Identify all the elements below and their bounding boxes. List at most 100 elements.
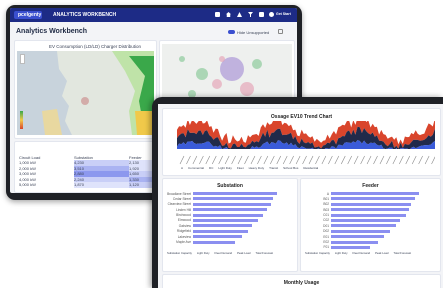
bar[interactable] bbox=[331, 229, 390, 233]
bar-row[interactable]: Cedar Street bbox=[167, 196, 295, 201]
alert-icon[interactable] bbox=[237, 12, 242, 17]
bar[interactable] bbox=[331, 213, 406, 217]
bar-row[interactable]: Maple Ave bbox=[167, 240, 295, 245]
filter-icon[interactable] bbox=[248, 12, 253, 17]
home-icon[interactable] bbox=[226, 12, 231, 17]
bar[interactable] bbox=[331, 235, 384, 239]
x-tick-label bbox=[399, 155, 404, 165]
bar[interactable] bbox=[193, 202, 271, 206]
bar-row[interactable]: D01 bbox=[305, 223, 436, 228]
legend-item[interactable]: Commercial bbox=[188, 166, 204, 170]
x-tick-label bbox=[424, 155, 430, 165]
page-title: Analytics Workbench bbox=[16, 28, 88, 35]
legend-item[interactable]: Light Duty bbox=[197, 251, 210, 255]
bar-row[interactable]: F01 bbox=[305, 245, 436, 250]
x-tick-label bbox=[263, 155, 269, 165]
app-name: ANALYTICS WORKBENCH bbox=[53, 12, 117, 18]
bar[interactable] bbox=[331, 218, 400, 222]
legend-item[interactable]: Fleet Demand bbox=[214, 251, 232, 255]
bar[interactable] bbox=[331, 245, 371, 249]
x-tick-label bbox=[282, 155, 288, 165]
legend-item[interactable]: A bbox=[181, 166, 183, 170]
legend-item[interactable]: Light Duty bbox=[335, 251, 348, 255]
legend-item[interactable]: Total Forecast bbox=[255, 251, 273, 255]
bar-row[interactable]: Linden Hill bbox=[167, 207, 295, 212]
grid-icon[interactable] bbox=[259, 12, 264, 17]
bar-label: D02 bbox=[323, 229, 329, 234]
legend-item[interactable]: Peak Load bbox=[375, 251, 388, 255]
bar-row[interactable]: B03 bbox=[305, 207, 436, 212]
bar-row[interactable]: B01 bbox=[305, 196, 436, 201]
bar-row[interactable]: Lakeview bbox=[167, 234, 295, 239]
toggle-label: Hide Unsupported bbox=[237, 30, 270, 35]
user-icon[interactable] bbox=[269, 12, 274, 17]
bar-row[interactable]: C02 bbox=[305, 218, 436, 223]
legend-item[interactable]: Heavy Duty bbox=[249, 166, 265, 170]
x-axis-ticks bbox=[177, 152, 436, 165]
legend-item[interactable]: Substation Capacity bbox=[305, 251, 330, 255]
substation-bar-chart[interactable]: Broadlane Street Cedar Street Clearview St… bbox=[167, 191, 295, 245]
legend-item[interactable]: Total Forecast bbox=[393, 251, 411, 255]
bar[interactable] bbox=[331, 202, 412, 206]
legend-item[interactable]: School Bus bbox=[283, 166, 298, 170]
bar-label: Broadlane Street bbox=[167, 191, 191, 196]
timeseries-panel: Ossage EV10 Trend Chart A Commercial DC … bbox=[162, 108, 441, 176]
legend-item[interactable]: Fleet bbox=[237, 166, 244, 170]
bar[interactable] bbox=[193, 197, 273, 201]
stacked-area-chart[interactable] bbox=[177, 121, 435, 149]
x-tick-label bbox=[386, 155, 391, 165]
legend-item[interactable]: Transit bbox=[269, 166, 278, 170]
x-tick-label bbox=[379, 155, 385, 165]
bar[interactable] bbox=[331, 208, 410, 212]
bar[interactable] bbox=[193, 240, 235, 244]
legend-item[interactable]: Light Duty bbox=[218, 166, 232, 170]
bar-row[interactable]: E01 bbox=[305, 234, 436, 239]
legend-item[interactable]: Residential bbox=[303, 166, 318, 170]
substation-title: Substation bbox=[217, 183, 243, 189]
feeder-legend: Substation Capacity Light Duty Fleet Dem… bbox=[305, 251, 436, 255]
bar[interactable] bbox=[193, 208, 268, 212]
zoom-controls[interactable] bbox=[20, 54, 25, 64]
bar[interactable] bbox=[331, 192, 420, 195]
bar[interactable] bbox=[193, 192, 277, 195]
table-cell: 1,870 bbox=[74, 182, 129, 188]
bar[interactable] bbox=[193, 224, 252, 228]
bar-label: Clearview Street bbox=[167, 202, 191, 207]
bar[interactable] bbox=[331, 197, 416, 201]
legend-item[interactable]: Fleet Demand bbox=[352, 251, 370, 255]
legend-item[interactable]: Peak Load bbox=[237, 251, 250, 255]
bar-row[interactable]: D02 bbox=[305, 229, 436, 234]
brand-name: pcelgenty bbox=[18, 12, 42, 18]
bar-label: Maple Ave bbox=[176, 240, 191, 245]
bar[interactable] bbox=[331, 240, 378, 244]
x-tick-label bbox=[347, 155, 352, 165]
x-tick-labels bbox=[179, 155, 436, 165]
legend-item[interactable]: DC bbox=[209, 166, 213, 170]
bar[interactable] bbox=[193, 213, 264, 217]
choropleth-map[interactable] bbox=[17, 51, 154, 135]
bar-row[interactable]: Broadlane Street bbox=[167, 191, 295, 196]
x-tick-label bbox=[186, 155, 191, 165]
bar-row[interactable]: E02 bbox=[305, 240, 436, 245]
bar[interactable] bbox=[193, 218, 258, 222]
bar-row[interactable]: C01 bbox=[305, 213, 436, 218]
bar-row[interactable]: Ridgefield bbox=[167, 229, 295, 234]
bar-row[interactable]: B02 bbox=[305, 202, 436, 207]
bar[interactable] bbox=[193, 229, 249, 233]
feeder-bar-chart[interactable]: A B01 B02 B03 C01 C02 D01 D02 E01 E02 F01 bbox=[305, 191, 436, 250]
bar-row[interactable]: A bbox=[305, 191, 436, 196]
trophy-icon[interactable] bbox=[215, 12, 220, 17]
bar-row[interactable]: Oakview bbox=[167, 223, 295, 228]
bar[interactable] bbox=[331, 224, 396, 228]
bar-row[interactable]: Clearview Street bbox=[167, 202, 295, 207]
x-tick-label bbox=[308, 155, 314, 165]
unsupported-toggle[interactable] bbox=[228, 30, 235, 34]
legend-item[interactable]: Substation Capacity bbox=[167, 251, 192, 255]
bar-row[interactable]: Birchwood bbox=[167, 213, 295, 218]
x-tick-label bbox=[321, 155, 327, 165]
user-label[interactable]: Get Start bbox=[276, 12, 291, 16]
bar[interactable] bbox=[193, 235, 243, 239]
bar-row[interactable]: Elmwood bbox=[167, 218, 295, 223]
x-tick-label bbox=[411, 155, 417, 165]
filter-button[interactable] bbox=[278, 29, 283, 34]
